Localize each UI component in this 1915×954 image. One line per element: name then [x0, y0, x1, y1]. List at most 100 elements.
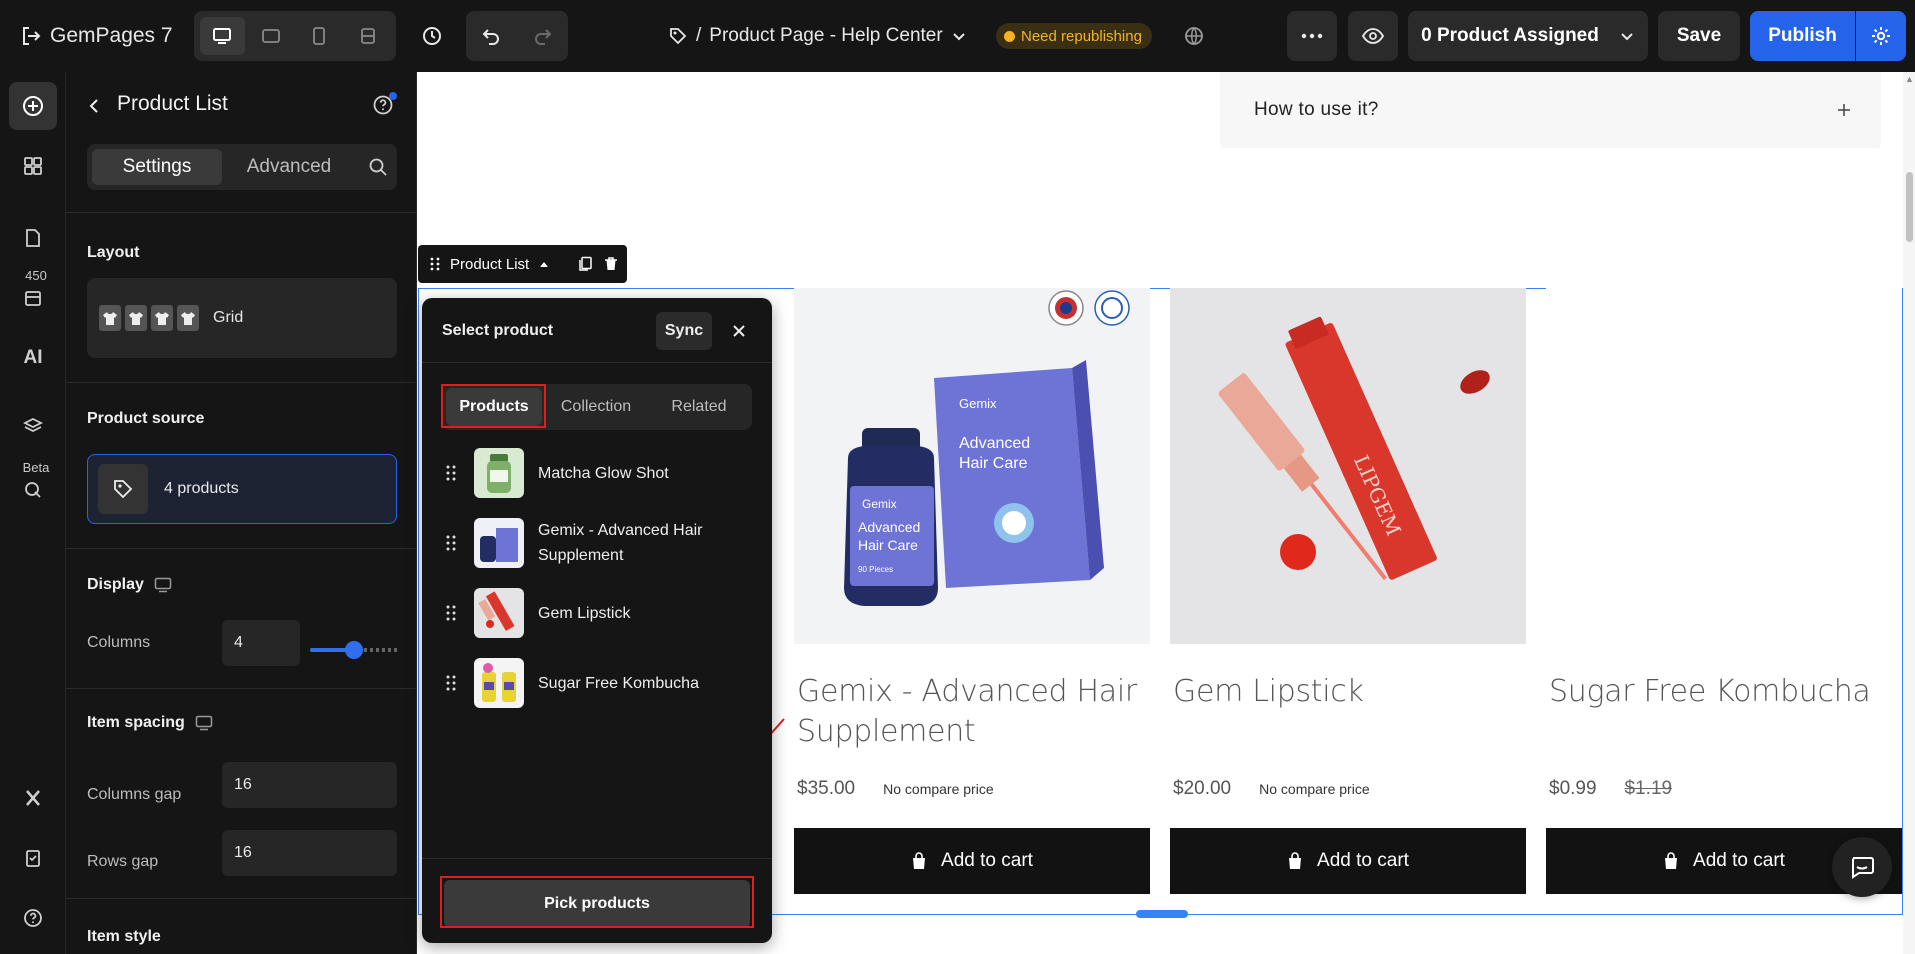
chat-support-button[interactable] [1832, 837, 1892, 897]
shirt-icon [99, 305, 121, 331]
desktop-icon [195, 715, 213, 731]
tab-settings[interactable]: Settings [92, 149, 222, 185]
product-card[interactable]: Sugar Free Kombucha $0.99 $1.19 Add to c… [1546, 288, 1902, 894]
tab-collection[interactable]: Collection [546, 388, 646, 426]
help-button[interactable] [9, 894, 57, 942]
sections-button[interactable] [9, 142, 57, 190]
redo-icon [534, 29, 552, 45]
shopping-bag-icon [1289, 852, 1302, 869]
chevron-down-icon [952, 33, 965, 41]
sections-icon [24, 157, 42, 175]
history-icon[interactable] [412, 16, 452, 56]
product-assigned-dropdown[interactable]: 0 Product Assigned [1408, 11, 1648, 61]
svg-text:Gemix: Gemix [959, 396, 997, 411]
layout-selector[interactable]: Grid [87, 278, 397, 358]
preview-button[interactable] [1348, 11, 1398, 61]
templates-button[interactable] [9, 274, 57, 322]
undo-icon [482, 29, 500, 45]
scroll-up-arrow-icon[interactable]: ▲ [1905, 74, 1914, 84]
product-card[interactable]: LIPGEM Gem Lipstick $20.00 No compare pr… [1170, 288, 1526, 894]
product-name: Matcha Glow Shot [538, 464, 669, 482]
more-options-button[interactable] [1287, 11, 1337, 61]
product-title[interactable]: Gem Lipstick [1170, 672, 1526, 764]
drag-handle-icon[interactable] [442, 535, 460, 551]
product-thumbnail [474, 448, 524, 498]
product-name: Sugar Free Kombucha [538, 674, 699, 692]
tablet-landscape-view-button[interactable] [249, 17, 294, 55]
columns-gap-input[interactable]: 16 [222, 762, 397, 808]
pages-button[interactable] [9, 214, 57, 262]
add-to-cart-button[interactable]: Add to cart [1170, 828, 1526, 894]
columns-slider[interactable] [310, 640, 398, 660]
product-title[interactable]: Sugar Free Kombucha [1546, 672, 1902, 764]
columns-input[interactable]: 4 [222, 620, 300, 666]
close-icon[interactable] [728, 320, 750, 342]
back-arrow-icon[interactable] [82, 94, 106, 118]
x-tool-button[interactable] [9, 774, 57, 822]
desktop-icon [213, 28, 232, 44]
highlight-box [441, 384, 546, 428]
product-card[interactable]: Gemix Advanced Hair Care Gemix Advanced … [794, 288, 1150, 894]
product-name: Gemix - Advanced Hair Supplement [538, 522, 703, 564]
rows-gap-input[interactable]: 16 [222, 830, 397, 876]
product-image[interactable]: Gemix Advanced Hair Care Gemix Advanced … [794, 288, 1150, 644]
item-style-label: Item style [87, 928, 161, 945]
language-globe-icon[interactable] [1178, 20, 1210, 52]
list-item[interactable]: Gem Lipstick [442, 588, 752, 638]
trash-icon[interactable] [603, 256, 619, 272]
beta-tool-button[interactable] [9, 466, 57, 514]
exit-icon[interactable] [14, 20, 48, 52]
responsive-view-button[interactable] [346, 17, 391, 55]
layers-button[interactable] [9, 402, 57, 450]
publish-settings-button[interactable] [1856, 11, 1906, 61]
element-name[interactable]: Product List [450, 256, 529, 273]
canvas-scrollbar-thumb[interactable] [1906, 172, 1913, 242]
lipstick-image: LIPGEM [1170, 288, 1526, 644]
product-thumbnail [474, 518, 524, 568]
search-icon[interactable] [367, 156, 389, 178]
tab-advanced[interactable]: Advanced [224, 149, 354, 185]
x-logo-icon [26, 790, 40, 806]
top-bar: GemPages 7 / Product Page - Help Center [0, 0, 1915, 72]
page-name-selector[interactable]: / Product Page - Help Center [668, 20, 967, 52]
duplicate-icon[interactable] [577, 256, 593, 272]
page-title: Product Page - Help Center [709, 25, 943, 46]
drag-handle-icon[interactable] [430, 257, 440, 271]
add-to-cart-button[interactable]: Add to cart [794, 828, 1150, 894]
mobile-view-button[interactable] [297, 17, 342, 55]
drag-handle-icon[interactable] [442, 675, 460, 691]
add-element-button[interactable] [9, 82, 57, 130]
svg-text:Gemix: Gemix [862, 497, 897, 511]
desktop-view-button[interactable] [200, 17, 245, 55]
product-image[interactable]: LIPGEM [1170, 288, 1526, 644]
product-source-picker[interactable]: 4 products [87, 454, 397, 524]
popup-title: Select product [442, 322, 554, 339]
faq-accordion-item[interactable]: How to use it? [1220, 72, 1881, 148]
product-thumbnail [474, 658, 524, 708]
drag-handle-icon[interactable] [442, 465, 460, 481]
display-label: Display [87, 576, 144, 593]
add-to-cart-label: Add to cart [1693, 850, 1785, 871]
sync-button[interactable]: Sync [656, 312, 712, 350]
slider-thumb[interactable] [345, 641, 363, 659]
publish-button[interactable]: Publish [1750, 11, 1855, 61]
drag-handle-icon[interactable] [442, 605, 460, 621]
supplement-bottle-image: Gemix Advanced Hair Care Gemix Advanced … [794, 288, 1150, 644]
tab-related[interactable]: Related [650, 388, 748, 426]
save-button[interactable]: Save [1658, 11, 1740, 61]
caret-up-icon[interactable] [539, 260, 549, 268]
product-image[interactable] [1546, 288, 1902, 644]
divider [66, 548, 417, 549]
ai-button[interactable]: AI [9, 334, 57, 382]
redo-button[interactable] [518, 26, 569, 46]
list-item[interactable]: Matcha Glow Shot [442, 448, 752, 498]
undo-button[interactable] [466, 26, 517, 46]
list-item[interactable]: Gemix - Advanced Hair Supplement [442, 518, 752, 568]
list-item[interactable]: Sugar Free Kombucha [442, 658, 752, 708]
product-title[interactable]: Gemix - Advanced Hair Supplement [794, 672, 1150, 764]
help-icon[interactable] [372, 92, 397, 118]
columns-label: Columns [87, 634, 151, 651]
checklist-button[interactable] [9, 834, 57, 882]
resize-handle[interactable] [1136, 910, 1188, 918]
warning-dot-icon [1004, 30, 1015, 42]
